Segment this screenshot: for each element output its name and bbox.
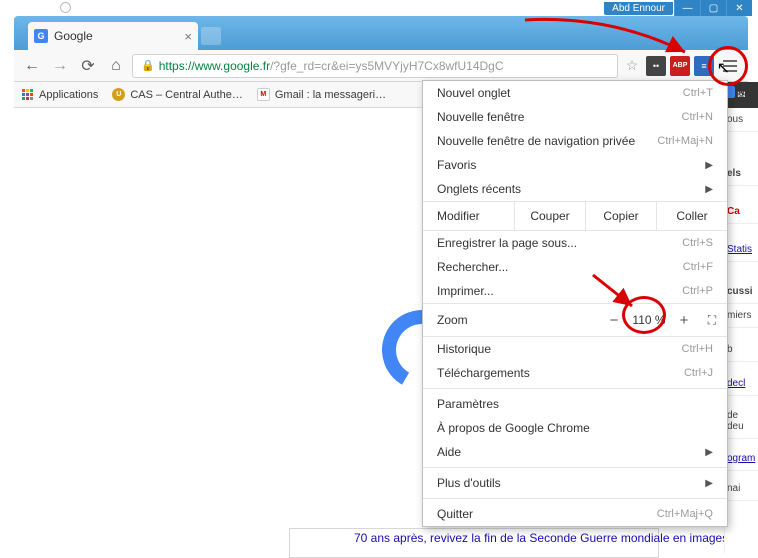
menu-find[interactable]: Rechercher...Ctrl+F bbox=[423, 255, 727, 279]
cut-text: nai bbox=[725, 477, 758, 501]
bookmark-cas-label: CAS – Central Authe… bbox=[130, 89, 243, 101]
window-titlebar: Abd Ennour — ▢ ✕ bbox=[604, 0, 752, 16]
menu-print[interactable]: Imprimer...Ctrl+P bbox=[423, 279, 727, 303]
cut-text: cussi bbox=[725, 280, 758, 304]
menu-more-tools[interactable]: Plus d'outils▶ bbox=[423, 471, 727, 495]
right-cutoff-panel: ✉ ous els Ca Statis cussi miers b decl d… bbox=[724, 82, 758, 553]
apps-icon bbox=[22, 89, 34, 101]
cut-text: ogram bbox=[725, 447, 758, 471]
apps-label: Applications bbox=[39, 89, 98, 101]
menu-copy[interactable]: Copier bbox=[586, 202, 657, 230]
cut-text: decl bbox=[725, 372, 758, 396]
extension-icon-1[interactable]: •• bbox=[646, 56, 666, 76]
new-tab-button[interactable] bbox=[201, 27, 221, 45]
chevron-right-icon: ▶ bbox=[705, 160, 713, 171]
zoom-value: 110 % bbox=[627, 313, 671, 327]
chevron-right-icon: ▶ bbox=[705, 478, 713, 489]
tab-title: Google bbox=[54, 29, 93, 43]
menu-bookmarks[interactable]: Favoris▶ bbox=[423, 153, 727, 177]
reload-button[interactable]: ⟳ bbox=[76, 54, 100, 78]
menu-about[interactable]: À propos de Google Chrome bbox=[423, 416, 727, 440]
menu-paste[interactable]: Coller bbox=[657, 202, 727, 230]
cut-text: miers bbox=[725, 304, 758, 328]
chrome-menu-popup: Nouvel ongletCtrl+T Nouvelle fenêtreCtrl… bbox=[422, 80, 728, 527]
abp-extension-icon[interactable]: ABP bbox=[670, 56, 690, 76]
background-tab-hints bbox=[60, 2, 71, 13]
cut-text: ous bbox=[725, 108, 758, 132]
gmail-favicon-icon: M bbox=[257, 88, 270, 101]
menu-settings[interactable]: Paramètres bbox=[423, 392, 727, 416]
menu-zoom-label: Zoom bbox=[423, 313, 601, 327]
bookmark-star-icon[interactable]: ☆ bbox=[622, 57, 642, 74]
menu-new-tab[interactable]: Nouvel ongletCtrl+T bbox=[423, 81, 727, 105]
url-path: /?gfe_rd=cr&ei=ys5MVYjyH7Cx8wfU14DgC bbox=[270, 59, 503, 73]
menu-edit-label: Modifier bbox=[423, 202, 515, 230]
bookmark-gmail[interactable]: M Gmail : la messageri… bbox=[257, 88, 386, 101]
menu-new-window[interactable]: Nouvelle fenêtreCtrl+N bbox=[423, 105, 727, 129]
fullscreen-button[interactable]: ⛶ bbox=[697, 313, 727, 328]
zoom-out-button[interactable]: − bbox=[601, 309, 627, 331]
menu-help[interactable]: Aide▶ bbox=[423, 440, 727, 464]
user-badge[interactable]: Abd Ennour bbox=[604, 2, 673, 15]
home-button[interactable]: ⌂ bbox=[104, 54, 128, 78]
chevron-right-icon: ▶ bbox=[705, 447, 713, 458]
bookmark-gmail-label: Gmail : la messageri… bbox=[275, 89, 386, 101]
menu-recent-tabs[interactable]: Onglets récents▶ bbox=[423, 177, 727, 201]
tab-google[interactable]: G Google × bbox=[28, 22, 198, 50]
zoom-in-button[interactable]: + bbox=[671, 309, 697, 331]
cut-text: b bbox=[725, 338, 758, 362]
apps-shortcut[interactable]: Applications bbox=[22, 89, 98, 101]
tabstrip: G Google × bbox=[14, 16, 748, 50]
cut-text: Ca bbox=[725, 200, 758, 224]
cas-favicon-icon: U bbox=[112, 88, 125, 101]
minimize-button[interactable]: — bbox=[674, 0, 700, 16]
toolbar: ← → ⟳ ⌂ 🔒 https://www.google.fr /?gfe_rd… bbox=[14, 50, 748, 82]
chevron-right-icon: ▶ bbox=[705, 184, 713, 195]
menu-history[interactable]: HistoriqueCtrl+H bbox=[423, 337, 727, 361]
menu-quit[interactable]: QuitterCtrl+Maj+Q bbox=[423, 502, 727, 526]
close-tab-icon[interactable]: × bbox=[184, 29, 192, 44]
chrome-menu-button[interactable] bbox=[718, 56, 742, 76]
cut-text: Statis bbox=[725, 238, 758, 262]
forward-button: → bbox=[48, 54, 72, 78]
menu-downloads[interactable]: TéléchargementsCtrl+J bbox=[423, 361, 727, 385]
extension-icon-2[interactable]: ≡ bbox=[694, 56, 714, 76]
cut-text: els bbox=[725, 162, 758, 186]
menu-cut[interactable]: Couper bbox=[515, 202, 586, 230]
close-window-button[interactable]: ✕ bbox=[726, 0, 752, 16]
url-host: https://www.google.fr bbox=[159, 59, 270, 73]
address-bar[interactable]: 🔒 https://www.google.fr /?gfe_rd=cr&ei=y… bbox=[132, 54, 618, 78]
menu-incognito[interactable]: Nouvelle fenêtre de navigation privéeCtr… bbox=[423, 129, 727, 153]
bookmark-truncated-m[interactable]: M… bbox=[723, 86, 758, 98]
menu-save-as[interactable]: Enregistrer la page sous...Ctrl+S bbox=[423, 231, 727, 255]
google-doodle-link[interactable]: 70 ans après, revivez la fin de la Secon… bbox=[354, 531, 728, 545]
favicon-icon: G bbox=[34, 29, 48, 43]
bookmark-m-label: M… bbox=[738, 86, 758, 98]
lock-icon: 🔒 bbox=[141, 59, 155, 72]
back-button[interactable]: ← bbox=[20, 54, 44, 78]
bookmark-cas[interactable]: U CAS – Central Authe… bbox=[112, 88, 243, 101]
maximize-button[interactable]: ▢ bbox=[700, 0, 726, 16]
cut-text: de deu bbox=[725, 404, 758, 439]
